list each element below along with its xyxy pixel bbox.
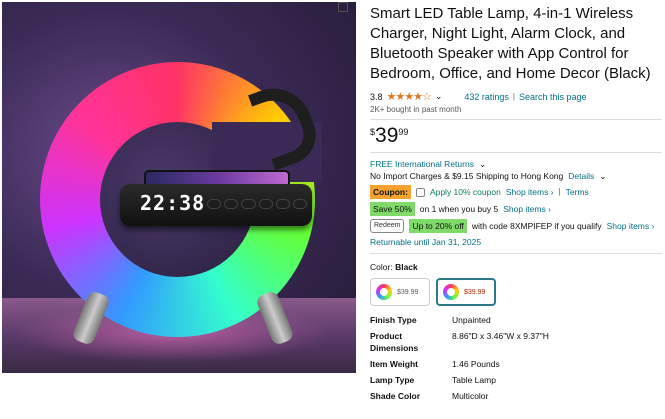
divider xyxy=(370,119,662,120)
product-title: Smart LED Table Lamp, 4-in-1 Wireless Ch… xyxy=(370,5,651,82)
rating-row: 3.8 ★★★★☆ ⌄ 432 ratings | Search this pa… xyxy=(370,90,662,103)
terms-link[interactable]: Terms xyxy=(566,186,589,198)
swatch-price: $39.99 xyxy=(397,288,419,296)
lamp-thumbnail-icon xyxy=(376,284,392,300)
rating-separator: | xyxy=(512,92,515,101)
import-row: No Import Charges & $9.15 Shipping to Ho… xyxy=(370,170,662,182)
product-info: Smart LED Table Lamp, 4-in-1 Wireless Ch… xyxy=(370,4,662,406)
redeem-row: Redeem Up to 20% off with code 8XMPIFEP … xyxy=(370,219,662,233)
bought-past-month: 2K+ bought in past month xyxy=(370,105,462,114)
coupon-checkbox[interactable] xyxy=(415,187,425,197)
chevron-down-icon[interactable]: ⌄ xyxy=(599,170,606,182)
divider xyxy=(370,152,662,153)
spec-table: Finish Type Unpainted Product Dimensions… xyxy=(370,314,662,402)
returnable-row: Returnable until Jan 31, 2025 xyxy=(370,236,662,248)
coupon-shop-items-link[interactable]: Shop items › xyxy=(506,186,554,198)
save-row: Save 50% on 1 when you buy 5 Shop items … xyxy=(370,202,662,216)
lamp-thumbnail-icon xyxy=(443,284,459,300)
spec-value: Multicolor xyxy=(452,391,489,401)
spec-value: Unpainted xyxy=(452,315,491,325)
save-shop-items-link[interactable]: Shop items › xyxy=(503,203,551,215)
free-returns-link[interactable]: FREE International Returns xyxy=(370,158,474,170)
share-icon[interactable] xyxy=(338,2,348,12)
lamp-buttons xyxy=(207,199,308,209)
spec-value: 1.46 Pounds xyxy=(452,359,500,369)
returnable-link[interactable]: Returnable until Jan 31, 2025 xyxy=(370,236,481,248)
coupon-badge: Coupon: xyxy=(370,185,411,199)
chevron-down-icon[interactable]: ⌄ xyxy=(435,91,443,102)
spec-key: Item Weight xyxy=(370,359,419,369)
swatch-price: $39.99 xyxy=(464,288,486,296)
rating-value: 3.8 xyxy=(370,91,383,102)
spec-value: 8.86"D x 3.46"W x 9.37"H xyxy=(452,331,549,341)
divider xyxy=(370,253,662,254)
spec-row: Finish Type Unpainted xyxy=(370,314,662,326)
star-rating-icon[interactable]: ★★★★☆ xyxy=(387,90,432,103)
color-label: Color: Black xyxy=(370,262,662,272)
spec-key: Shade Color xyxy=(370,391,421,401)
coupon-separator: | xyxy=(558,187,561,196)
redeem-badge: Redeem xyxy=(370,219,405,233)
swatch-option-1[interactable]: $39.99 xyxy=(370,278,430,306)
spec-row: Lamp Type Table Lamp xyxy=(370,374,662,386)
details-link[interactable]: Details xyxy=(568,170,594,182)
offer-code-text: with code 8XMPIFEP if you qualify xyxy=(471,221,602,231)
spec-row: Shade Color Multicolor xyxy=(370,390,662,402)
save-badge: Save 50% xyxy=(370,202,415,216)
spec-key: Lamp Type xyxy=(370,375,415,385)
color-label-text: Color: xyxy=(370,262,393,272)
redeem-shop-items-link[interactable]: Shop items › xyxy=(607,220,655,232)
save-text: on 1 when you buy 5 xyxy=(419,204,499,214)
chevron-down-icon[interactable]: ⌄ xyxy=(479,158,486,170)
returns-row: FREE International Returns ⌄ xyxy=(370,158,662,170)
spec-key: Product Dimensions xyxy=(370,331,419,353)
coupon-text[interactable]: Apply 10% coupon xyxy=(430,186,501,198)
swatch-option-2-selected[interactable]: $39.99 xyxy=(436,278,496,306)
coupon-row: Coupon: Apply 10% coupon Shop items › | … xyxy=(370,185,662,199)
offer-badge: Up to 20% off xyxy=(409,219,467,233)
spec-value: Table Lamp xyxy=(452,375,496,385)
search-page-link[interactable]: Search this page xyxy=(519,92,587,102)
color-value: Black xyxy=(395,262,418,272)
spec-row: Product Dimensions 8.86"D x 3.46"W x 9.3… xyxy=(370,330,662,354)
spec-key: Finish Type xyxy=(370,315,417,325)
ratings-count-link[interactable]: 432 ratings xyxy=(464,92,509,102)
price-fraction: 99 xyxy=(398,127,409,137)
color-swatches: $39.99 $39.99 xyxy=(370,278,662,306)
spec-row: Item Weight 1.46 Pounds xyxy=(370,358,662,370)
price: $ 39 99 xyxy=(370,125,662,147)
product-image[interactable]: 22:38 xyxy=(2,2,356,373)
import-charges-text: No Import Charges & $9.15 Shipping to Ho… xyxy=(370,171,564,181)
price-whole: 39 xyxy=(375,124,399,147)
lamp-clock-display: 22:38 xyxy=(140,191,206,215)
